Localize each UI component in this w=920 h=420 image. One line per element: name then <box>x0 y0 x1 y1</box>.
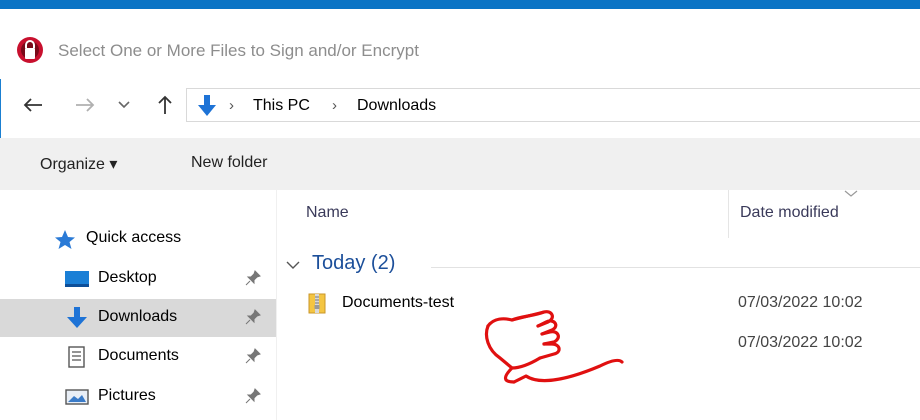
desktop-icon <box>65 271 89 287</box>
back-button[interactable] <box>18 80 48 130</box>
window-top-border <box>0 0 920 9</box>
pointing-hand-icon <box>484 310 624 384</box>
window-title: Select One or More Files to Sign and/or … <box>58 41 419 60</box>
arrow-right-icon <box>76 98 95 112</box>
group-divider <box>431 267 920 268</box>
downloads-icon <box>67 307 87 328</box>
nav-item-label: Desktop <box>98 269 157 286</box>
pin-icon[interactable] <box>245 348 261 364</box>
nav-item-label: Pictures <box>98 387 156 404</box>
sort-chevron-icon <box>844 190 858 197</box>
command-bar: Organize ▾ New folder <box>0 138 920 190</box>
chevron-down-icon[interactable] <box>286 260 300 270</box>
group-header-today[interactable]: Today (2) <box>312 252 395 275</box>
chevron-down-icon <box>118 101 130 109</box>
documents-icon <box>68 346 85 368</box>
nav-item-label: Downloads <box>98 308 178 325</box>
forward-button[interactable] <box>70 80 100 130</box>
breadcrumb-this-pc[interactable]: This PC <box>253 97 310 115</box>
nav-item-quick-access[interactable]: Quick access <box>0 220 276 258</box>
navigation-pane: Quick access Desktop Downloads Documents <box>0 190 277 420</box>
arrow-up-icon <box>158 95 172 114</box>
title-bar: Select One or More Files to Sign and/or … <box>0 9 920 79</box>
pin-icon[interactable] <box>245 270 261 286</box>
zip-folder-icon <box>308 293 326 314</box>
app-logo-icon <box>17 37 43 63</box>
file-date-modified: 07/03/2022 10:02 <box>738 334 863 351</box>
column-header-name[interactable]: Name <box>306 204 349 222</box>
nav-item-label: Quick access <box>86 229 182 246</box>
star-icon <box>55 230 75 249</box>
address-bar[interactable]: › This PC › Downloads <box>186 88 920 122</box>
new-folder-button[interactable]: New folder <box>191 154 267 172</box>
pin-icon[interactable] <box>245 309 261 325</box>
downloads-icon <box>198 95 216 116</box>
file-date-modified: 07/03/2022 10:02 <box>738 294 863 311</box>
pictures-icon <box>65 389 89 405</box>
pin-icon[interactable] <box>245 388 261 404</box>
arrow-left-icon <box>23 98 42 112</box>
nav-item-documents[interactable]: Documents <box>0 338 276 376</box>
breadcrumb-separator: › <box>229 97 234 114</box>
up-button[interactable] <box>150 80 180 130</box>
recent-locations-button[interactable] <box>114 80 134 130</box>
nav-item-label: Documents <box>98 347 179 364</box>
nav-item-downloads[interactable]: Downloads <box>0 299 276 337</box>
breadcrumb-separator: › <box>332 97 337 114</box>
navigation-row: › This PC › Downloads <box>0 80 920 130</box>
column-header-date-modified[interactable]: Date modified <box>740 204 839 222</box>
nav-item-pictures[interactable]: Pictures <box>0 378 276 416</box>
breadcrumb-downloads[interactable]: Downloads <box>357 97 436 115</box>
column-divider[interactable] <box>728 190 729 238</box>
organize-menu-button[interactable]: Organize ▾ <box>40 154 117 174</box>
nav-item-desktop[interactable]: Desktop <box>0 260 276 298</box>
file-name: Documents-test <box>342 294 455 311</box>
